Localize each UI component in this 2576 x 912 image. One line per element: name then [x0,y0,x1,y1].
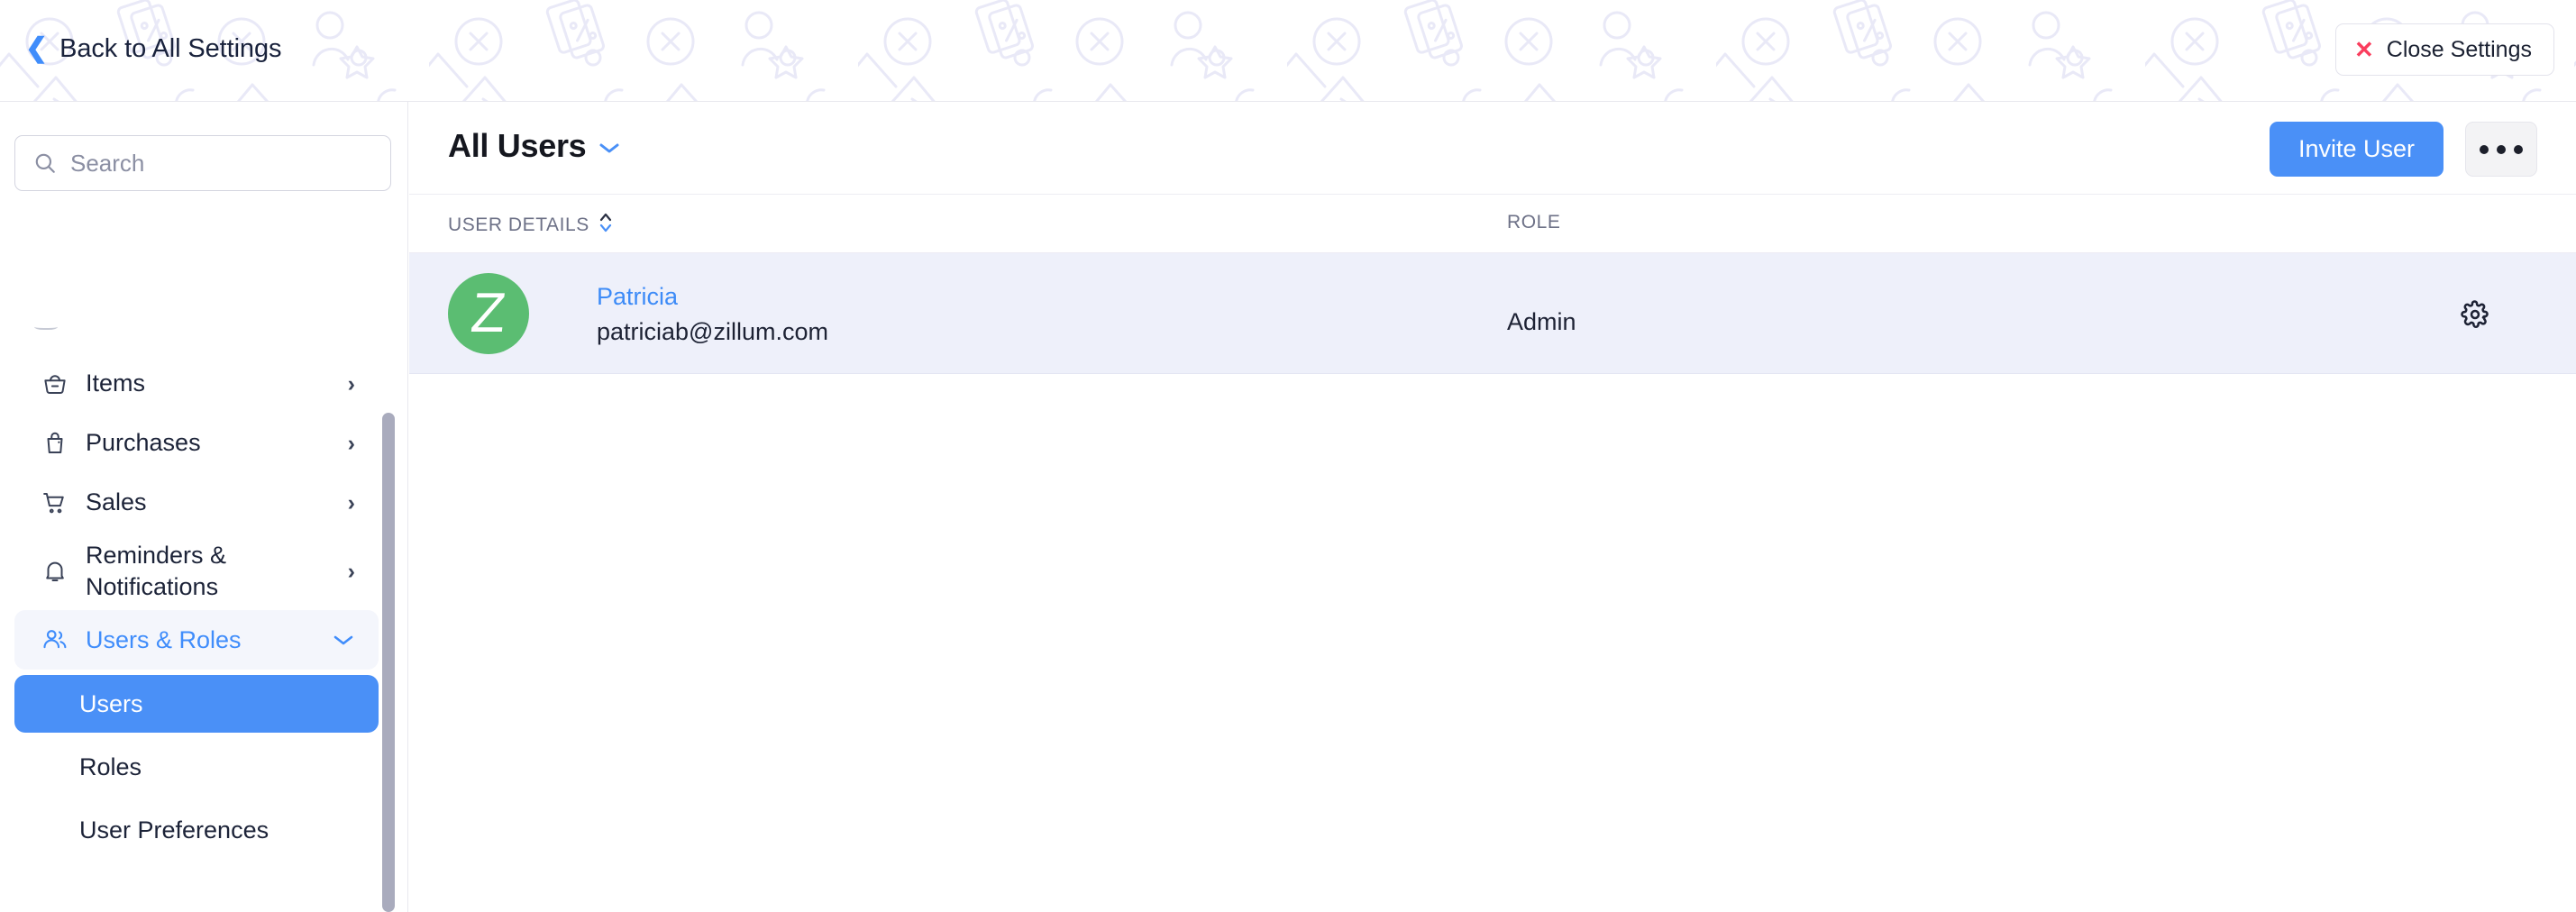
column-header-role: ROLE [1507,212,1560,233]
bell-icon [41,558,72,585]
sidebar-item-items[interactable]: Items › [14,354,379,414]
sidebar-item-label: Reminders & Notifications [86,542,227,601]
sidebar-search[interactable] [14,135,391,191]
cart-icon [41,489,72,516]
avatar: Z [448,273,529,354]
users-icon [41,626,72,653]
main-content: All Users Invite User USER DETAILS ROLE … [409,102,2576,912]
basket-icon [41,370,72,397]
ellipsis-icon [2514,144,2523,154]
user-name-link[interactable]: Patricia [597,283,828,311]
chevron-left-icon: ❮ [25,32,49,63]
partially-scrolled-item-indicator [34,323,58,330]
user-email: patriciab@zillum.com [597,318,828,345]
search-icon [35,153,55,173]
invite-user-button[interactable]: Invite User [2269,122,2444,177]
page-title: All Users [448,127,587,164]
column-header-user-details[interactable]: USER DETAILS [448,212,613,239]
sidebar-item-label: Items [86,369,146,397]
settings-sidebar: Items › Purchases › Sale [0,102,408,912]
gear-icon [2461,300,2489,328]
sidebar-scrollbar-thumb[interactable] [382,413,395,912]
chevron-right-icon: › [347,430,355,456]
row-settings-button[interactable] [2457,296,2493,333]
main-header: All Users Invite User [409,102,2576,195]
ellipsis-icon [2497,144,2506,154]
chevron-right-icon: › [347,489,355,515]
chevron-down-icon [598,139,620,159]
sidebar-item-label: Purchases [86,429,201,457]
user-info: Patricia patriciab@zillum.com [597,283,828,346]
sidebar-item-label: Users & Roles [86,625,242,653]
close-x-icon: ✕ [2354,36,2374,63]
settings-topbar: ❮ Back to All Settings ✕ Close Settings [0,0,2576,102]
close-settings-button[interactable]: ✕ Close Settings [2335,23,2554,76]
sidebar-item-sales[interactable]: Sales › [14,473,379,533]
header-actions: Invite User [2269,122,2537,177]
page-title-dropdown[interactable]: All Users [448,127,620,165]
sidebar-subitem-label: User Preferences [79,816,269,844]
decorative-background-pattern [0,0,2576,101]
sort-updown-icon[interactable] [598,211,613,239]
bag-icon [41,430,72,457]
sidebar-subitem-roles[interactable]: Roles [14,738,379,796]
ellipsis-icon [2480,144,2489,154]
sidebar-nav-list: Items › Purchases › Sales › Reminders & … [0,354,393,859]
more-actions-button[interactable] [2465,122,2537,177]
sidebar-subitem-label: Roles [79,752,142,780]
close-settings-label: Close Settings [2386,36,2532,62]
sidebar-item-reminders-notifications[interactable]: Reminders & Notifications › [14,533,379,610]
avatar-letter: Z [468,282,509,344]
users-table-header: USER DETAILS ROLE [409,195,2576,253]
table-row[interactable]: Z Patricia patriciab@zillum.com Admin [409,253,2576,374]
sidebar-item-purchases[interactable]: Purchases › [14,414,379,473]
back-to-all-settings-label: Back to All Settings [59,34,282,63]
sidebar-subitem-users[interactable]: Users [14,675,379,734]
user-role: Admin [1507,308,1576,335]
chevron-right-icon: › [347,370,355,397]
sidebar-subitem-user-preferences[interactable]: User Preferences [14,801,379,859]
search-input[interactable] [70,149,372,178]
column-header-label: ROLE [1507,212,1561,233]
chevron-right-icon: › [347,558,355,584]
column-header-label: USER DETAILS [448,214,589,235]
sidebar-item-users-roles[interactable]: Users & Roles [14,610,379,670]
sidebar-subitem-label: Users [79,689,143,717]
chevron-down-icon [332,629,355,652]
sidebar-item-label: Sales [86,488,147,516]
back-to-all-settings-link[interactable]: ❮ Back to All Settings [25,34,281,64]
